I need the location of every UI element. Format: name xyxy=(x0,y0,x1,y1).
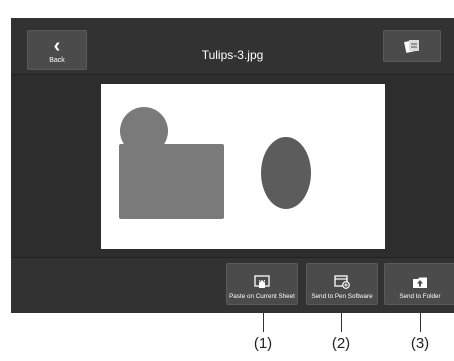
image-content xyxy=(119,107,311,219)
document-send-button[interactable] xyxy=(383,30,441,62)
action-bar: Paste on Current Sheet Send to Pen Softw… xyxy=(11,257,454,313)
paste-on-current-sheet-button[interactable]: Paste on Current Sheet xyxy=(226,263,298,305)
top-bar: ‹ Back Tulips-3.jpg xyxy=(11,18,454,75)
send-folder-label: Send to Folder xyxy=(399,293,441,300)
ellipse-shape xyxy=(261,137,311,209)
send-to-folder-button[interactable]: Send to Folder xyxy=(384,263,454,305)
document-send-icon xyxy=(404,40,419,53)
callout-label-2: (2) xyxy=(331,335,351,352)
send-pen-icon xyxy=(334,275,350,289)
preview-area xyxy=(11,75,454,257)
callout-pointer-1 xyxy=(263,310,264,332)
send-pen-label: Send to Pen Software xyxy=(311,293,373,300)
send-folder-icon xyxy=(413,277,427,288)
rectangle-shape xyxy=(119,144,224,219)
top-strip xyxy=(11,0,454,18)
callout-pointer-2 xyxy=(341,310,342,332)
callout-label-1: (1) xyxy=(253,335,273,352)
paste-sheet-icon xyxy=(254,275,270,288)
app-screen: ‹ Back Tulips-3.jpg Paste on Current She… xyxy=(11,0,454,313)
image-preview[interactable] xyxy=(101,84,385,249)
callout-pointer-3 xyxy=(420,310,421,332)
callout-label-3: (3) xyxy=(410,335,430,352)
send-to-pen-software-button[interactable]: Send to Pen Software xyxy=(306,263,378,305)
paste-label: Paste on Current Sheet xyxy=(229,293,295,300)
